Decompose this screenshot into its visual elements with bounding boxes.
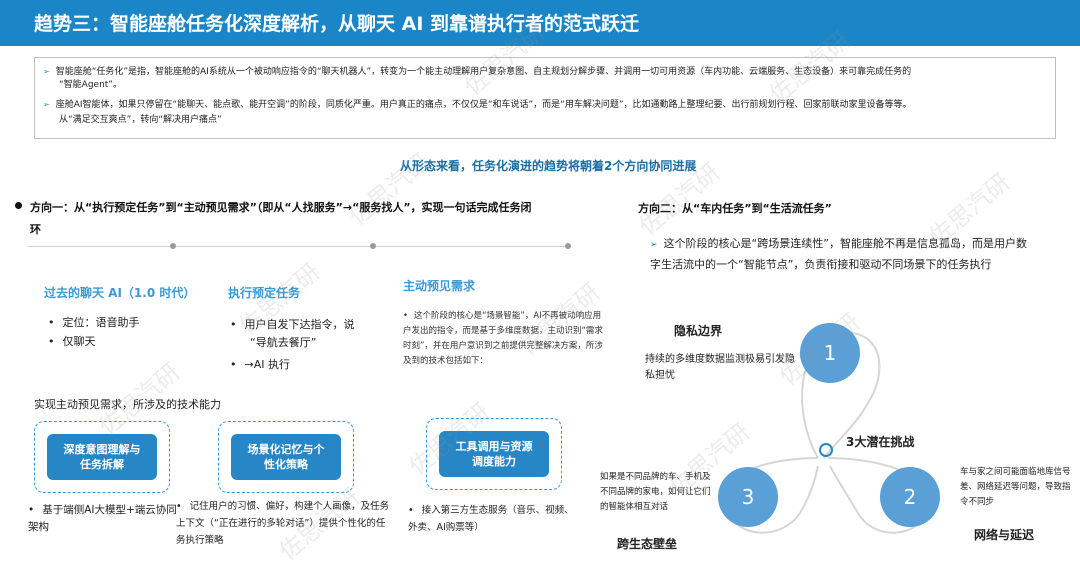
list-item: 用户自发下达指令，说	[230, 316, 355, 334]
capability-note: • 接入第三方生态服务（音乐、视频、外卖、AI购票等）	[408, 505, 574, 533]
challenge-title-network: 网络与延迟	[974, 528, 1035, 542]
list-item: →AI 执行	[230, 356, 290, 374]
intro-line-3: ➢ 座舱AI智能体，如果只停留在“能聊天、能点歌、能开空调”的阶段，同质化严重。用…	[43, 100, 912, 110]
direction-two-title: 方向二：从“车内任务”到“生活流任务”	[638, 202, 832, 215]
timeline-dot	[565, 243, 571, 249]
timeline-dot	[370, 243, 376, 249]
column-heading-past-ai: 过去的聊天 AI（1.0 时代）	[44, 286, 196, 300]
timeline-dot	[170, 243, 176, 249]
intro-line-4: 从“满足交互爽点”，转向“解决用户痛点”	[59, 115, 222, 125]
capability-note: • 基于端侧AI大模型+端云协同架构	[28, 504, 177, 533]
capability-note: • 记住用户的习惯、偏好，构建个人画像，及任务上下文（“正在进行的多轮对话”）提供…	[176, 501, 390, 546]
challenge-title-privacy: 隐私边界	[674, 324, 723, 338]
challenges-center-title: 3大潜在挑战	[846, 435, 915, 449]
direction-two-description: ➢ 这个阶段的核心是“跨场景连续性”，智能座舱不再是信息孤岛，而是用户数字生活流中…	[650, 237, 1027, 271]
challenge-text-ecosystem: 如果是不同品牌的车、手机及不同品牌的家电，如何让它们的智能体相互对话	[600, 472, 711, 512]
intro-line-1: ➢ 智能座舱“任务化”是指，智能座舱的AI系统从一个被动响应指令的“聊天机器人”，…	[43, 67, 912, 77]
direction-one-title: 方向一：从“执行预定任务”到“主动预见需求”（即从“人找服务”→“服务找人”，实…	[30, 201, 532, 236]
challenge-circle-1: 1	[800, 323, 860, 383]
page-title: 趋势三：智能座舱任务化深度解析，从聊天 AI 到靠谱执行者的范式跃迁	[34, 13, 640, 35]
arrow-bullet-icon: ➢	[650, 240, 658, 250]
challenge-circle-3: 3	[718, 467, 778, 527]
proactive-description: • 这个阶段的核心是“场景智能”，AI不再被动响应用户发出的指令，而是基于多维度数…	[403, 311, 603, 366]
trend-headline: 从形态来看，任务化演进的趋势将朝着2个方向协同进展	[400, 159, 697, 173]
bullet-dot-icon	[15, 202, 22, 209]
list-item: 仅聊天	[48, 333, 96, 351]
challenge-title-ecosystem: 跨生态壁垒	[617, 537, 678, 551]
intro-line-2: “智能Agent”。	[59, 80, 122, 90]
bullet-dot-icon: •	[403, 311, 409, 321]
capability-scene-memory: 场景化记忆与个 性化策略	[218, 421, 354, 493]
column-heading-proactive: 主动预见需求	[403, 279, 476, 293]
tech-caption: 实现主动预见需求，所涉及的技术能力	[34, 398, 221, 411]
list-item-continued: “导航去餐厅”	[250, 336, 317, 349]
arrow-bullet-icon: ➢	[43, 67, 50, 76]
challenge-circle-2: 2	[880, 467, 940, 527]
challenge-text-network: 车与家之间可能面临地库信号差、网络延迟等问题，导致指令不同步	[960, 467, 1071, 507]
column-heading-preset-task: 执行预定任务	[228, 286, 301, 300]
challenge-text-privacy: 持续的多维度数据监测极易引发隐私担忧	[645, 354, 795, 381]
capability-tool-invocation: 工具调用与资源 调度能力	[426, 418, 562, 490]
intro-box: ➢ 智能座舱“任务化”是指，智能座舱的AI系统从一个被动响应指令的“聊天机器人”，…	[34, 57, 1056, 139]
capability-intent-understanding: 深度意图理解与 任务拆解	[34, 421, 170, 493]
arrow-bullet-icon: ➢	[43, 100, 50, 109]
timeline-line	[28, 246, 568, 247]
list-item: 定位：语音助手	[48, 314, 140, 332]
